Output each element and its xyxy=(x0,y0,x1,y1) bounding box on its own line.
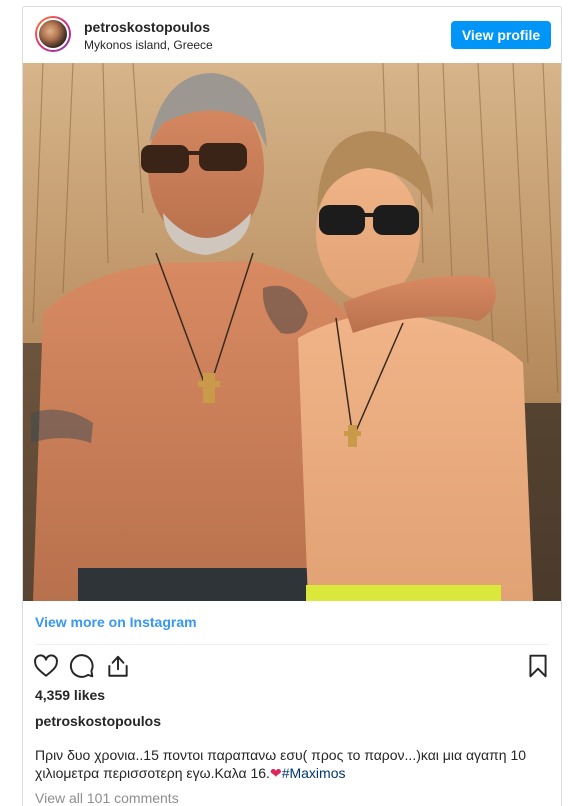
location[interactable]: Mykonos island, Greece xyxy=(84,38,213,52)
likes-count[interactable]: 4,359 likes xyxy=(35,687,105,703)
avatar-image xyxy=(37,18,69,50)
caption: Πριν δυο χρονια..15 ποντοι παραπανω εσυ(… xyxy=(35,746,545,782)
share-icon[interactable] xyxy=(105,653,131,679)
post-header: petroskostopoulos Mykonos island, Greece… xyxy=(23,7,561,63)
comment-icon[interactable] xyxy=(69,653,95,679)
username[interactable]: petroskostopoulos xyxy=(84,19,210,35)
hashtag-link[interactable]: #Maximos xyxy=(282,765,346,781)
instagram-embed-card: petroskostopoulos Mykonos island, Greece… xyxy=(22,6,562,806)
heart-icon[interactable] xyxy=(33,653,59,679)
view-profile-button[interactable]: View profile xyxy=(451,21,551,49)
view-more-link[interactable]: View more on Instagram xyxy=(35,614,197,630)
caption-username[interactable]: petroskostopoulos xyxy=(35,713,161,729)
avatar[interactable] xyxy=(35,16,71,52)
bookmark-icon[interactable] xyxy=(525,653,551,679)
divider xyxy=(35,644,549,645)
heart-emoji: ❤ xyxy=(269,765,282,781)
post-photo[interactable] xyxy=(23,63,561,601)
view-comments-link[interactable]: View all 101 comments xyxy=(35,790,179,806)
photo-illustration xyxy=(23,63,561,601)
action-bar xyxy=(23,651,561,683)
